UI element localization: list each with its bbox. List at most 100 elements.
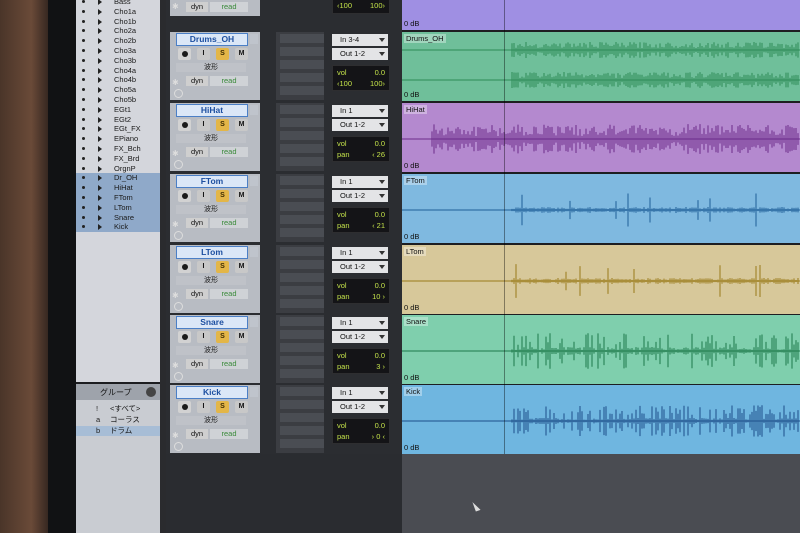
output-selector[interactable]: Out 1-2 (332, 401, 388, 413)
tracklist-item[interactable]: Kick (76, 222, 160, 233)
vol-pan-display[interactable]: vol 0.0 ‹100 100› (332, 65, 390, 91)
record-enable-button[interactable] (178, 261, 191, 273)
tracklist-item[interactable]: Dr_OH (76, 173, 160, 184)
track-menu-icon[interactable] (250, 34, 258, 44)
visibility-icon[interactable] (82, 127, 85, 131)
tracklist-item[interactable]: Cho5a (76, 85, 160, 95)
input-monitor-button[interactable]: I (197, 401, 210, 413)
insert-slot[interactable] (280, 299, 324, 308)
automation-mode-selector[interactable]: read (210, 76, 248, 86)
input-selector[interactable]: In 1 (332, 176, 388, 188)
insert-slot[interactable] (280, 228, 324, 237)
lane-hihat[interactable]: HiHat 0 dB (402, 103, 800, 174)
track-menu-icon[interactable] (250, 176, 258, 186)
visibility-icon[interactable] (82, 137, 85, 141)
insert-slot[interactable] (280, 60, 324, 69)
visibility-icon[interactable] (82, 78, 85, 82)
input-monitor-button[interactable]: I (197, 261, 210, 273)
track-name-field[interactable]: HiHat (176, 104, 248, 117)
insert-slot[interactable] (280, 387, 324, 396)
track-toggle-icon[interactable] (174, 89, 183, 98)
record-enable-button[interactable] (178, 190, 191, 202)
insert-slot[interactable] (280, 400, 324, 409)
mute-button[interactable]: M (235, 331, 248, 343)
track-menu-icon[interactable] (250, 247, 258, 257)
insert-slot[interactable] (280, 118, 324, 127)
track-name-field[interactable]: Kick (176, 386, 248, 399)
visibility-icon[interactable] (82, 156, 85, 160)
mute-button[interactable]: M (235, 190, 248, 202)
track-menu-icon[interactable] (250, 387, 258, 397)
group-item[interactable]: b ドラム (76, 426, 160, 436)
visibility-icon[interactable] (82, 49, 85, 52)
insert-slot[interactable] (280, 273, 324, 282)
lane-ftom[interactable]: FTom 0 dB (402, 174, 800, 245)
automation-mode-selector[interactable]: read (210, 429, 248, 439)
vol-pan-display[interactable]: vol 0.0 pan ‹ 26 (332, 136, 390, 162)
insert-slot[interactable] (280, 413, 324, 422)
tracklist-item[interactable]: FX_Brd (76, 154, 160, 164)
group-menu-icon[interactable] (146, 387, 156, 397)
track-view-selector[interactable]: 波形 (176, 276, 246, 285)
visibility-icon[interactable] (82, 58, 85, 62)
visibility-icon[interactable] (82, 107, 85, 111)
insert-slot[interactable] (280, 105, 324, 114)
lane-partial-top[interactable]: 0 dB (402, 0, 800, 32)
visibility-icon[interactable] (82, 225, 85, 229)
visibility-icon[interactable] (82, 29, 85, 33)
record-enable-button[interactable] (178, 48, 191, 60)
lane-ltom[interactable]: LTom 0 dB (402, 245, 800, 316)
visibility-icon[interactable] (82, 0, 85, 3)
insert-slot[interactable] (280, 73, 324, 82)
input-monitor-button[interactable]: I (197, 48, 210, 60)
insert-slot[interactable] (280, 202, 324, 211)
track-view-selector[interactable]: 波形 (176, 346, 246, 355)
record-enable-button[interactable] (178, 331, 191, 343)
insert-slot[interactable] (280, 34, 324, 43)
mute-button[interactable]: M (235, 119, 248, 131)
visibility-icon[interactable] (82, 39, 85, 43)
tracklist-item[interactable]: Cho1b (76, 17, 160, 27)
insert-slot[interactable] (280, 176, 324, 185)
output-selector[interactable]: Out 1-2 (332, 331, 388, 343)
input-monitor-button[interactable]: I (197, 119, 210, 131)
solo-button[interactable]: S (216, 261, 229, 273)
insert-slot[interactable] (280, 317, 324, 326)
output-selector[interactable]: Out 1-2 (332, 190, 388, 202)
tracklist-item[interactable]: OrgnP (76, 164, 160, 174)
visibility-icon[interactable] (82, 9, 85, 13)
tracklist-item[interactable]: Cho3a (76, 46, 160, 56)
input-selector[interactable]: In 1 (332, 247, 388, 259)
vol-pan-display[interactable]: vol 0.0 pan 3 › (332, 348, 390, 374)
track-view-selector[interactable]: 波形 (176, 416, 246, 425)
tracklist-item[interactable]: HiHat (76, 183, 160, 194)
solo-button[interactable]: S (216, 48, 229, 60)
visibility-icon[interactable] (82, 19, 85, 23)
mute-button[interactable]: M (235, 48, 248, 60)
visibility-icon[interactable] (82, 166, 85, 170)
solo-button[interactable]: S (216, 190, 229, 202)
tracklist-item[interactable]: EGt_FX (76, 124, 160, 134)
solo-button[interactable]: S (216, 119, 229, 131)
insert-slot[interactable] (280, 189, 324, 198)
tracklist-item[interactable]: EGt1 (76, 105, 160, 115)
track-toggle-icon[interactable] (174, 442, 183, 451)
lane-snare[interactable]: Snare 0 dB (402, 315, 800, 386)
visibility-icon[interactable] (82, 215, 85, 219)
visibility-icon[interactable] (82, 147, 85, 150)
tracklist-item[interactable]: Cho2a (76, 26, 160, 36)
input-selector[interactable]: In 1 (332, 105, 388, 117)
tracklist-item[interactable]: FTom (76, 193, 160, 203)
visibility-icon[interactable] (82, 196, 85, 199)
insert-slot[interactable] (280, 343, 324, 352)
record-enable-button[interactable] (178, 401, 191, 413)
input-selector[interactable]: In 1 (332, 317, 388, 329)
insert-slot[interactable] (280, 247, 324, 256)
group-item[interactable]: a コーラス (76, 415, 160, 425)
vol-pan-display[interactable]: vol 0.0 pan ‹ 21 (332, 207, 390, 233)
tracklist-item[interactable]: Cho2b (76, 36, 160, 46)
insert-slot[interactable] (280, 260, 324, 269)
insert-slot[interactable] (280, 47, 324, 56)
insert-slot[interactable] (280, 426, 324, 435)
track-view-selector[interactable]: 波形 (176, 134, 246, 143)
